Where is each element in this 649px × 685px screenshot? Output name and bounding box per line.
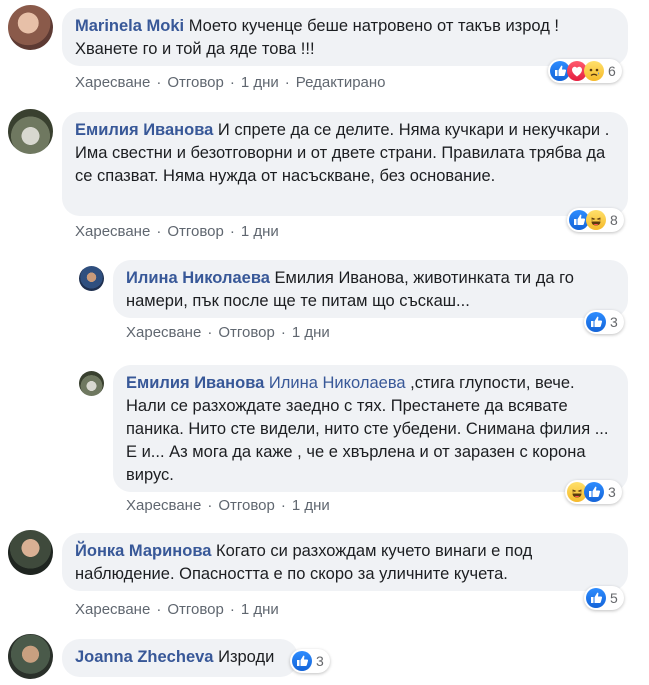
comment-actions: Харесване · Отговор · 1 дни (75, 601, 279, 618)
comment-actions: Харесване · Отговор · 1 дни (126, 324, 330, 341)
like-icon (584, 482, 604, 502)
reply-link[interactable]: Отговор (167, 223, 224, 240)
comment-bubble: Илина Николаева Емилия Иванова, животинк… (113, 260, 628, 318)
reaction-count: 8 (610, 212, 618, 228)
comment-author[interactable]: Емилия Иванова (126, 374, 264, 392)
like-link[interactable]: Харесване (75, 223, 150, 240)
comment-author[interactable]: Илина Николаева (126, 269, 270, 287)
mention-link[interactable]: Илина Николаева (269, 374, 406, 392)
timestamp[interactable]: 1 дни (241, 74, 279, 91)
comment-bubble: Емилия Иванова Илина Николаева ,стига гл… (113, 365, 628, 492)
like-icon (586, 312, 606, 332)
comment-bubble: Емилия Иванова И спрете да се делите. Ня… (62, 112, 628, 216)
comment-author[interactable]: Емилия Иванова (75, 121, 213, 139)
avatar[interactable] (8, 530, 53, 575)
like-link[interactable]: Харесване (75, 74, 150, 91)
avatar[interactable] (8, 5, 53, 50)
reply-link[interactable]: Отговор (167, 601, 224, 618)
reaction-count: 6 (608, 63, 616, 79)
timestamp[interactable]: 1 дни (241, 601, 279, 618)
haha-icon (586, 210, 606, 230)
reply-link[interactable]: Отговор (218, 324, 275, 341)
like-link[interactable]: Харесване (126, 324, 201, 341)
reactions-badge[interactable]: 5 (584, 586, 624, 610)
reactions-badge[interactable]: 8 (567, 208, 624, 232)
reactions-badge[interactable]: 3 (565, 480, 622, 504)
reaction-count: 3 (316, 653, 324, 669)
reactions-badge[interactable]: 3 (290, 649, 330, 673)
edited-link[interactable]: Редактирано (296, 74, 386, 91)
comment-author[interactable]: Йонка Маринова (75, 542, 211, 560)
comment-actions: Харесване · Отговор · 1 дни (126, 497, 330, 514)
like-icon (586, 588, 606, 608)
avatar[interactable] (79, 266, 104, 291)
like-icon (292, 651, 312, 671)
like-link[interactable]: Харесване (75, 601, 150, 618)
reactions-badge[interactable]: 6 (548, 59, 622, 83)
comment-actions: Харесване · Отговор · 1 дни (75, 223, 279, 240)
sad-icon (584, 61, 604, 81)
avatar[interactable] (8, 634, 53, 679)
reply-link[interactable]: Отговор (167, 74, 224, 91)
reactions-badge[interactable]: 3 (584, 310, 624, 334)
comment-bubble: Joanna Zhecheva Изроди (62, 639, 298, 677)
comment-actions: Харесване · Отговор · 1 дни · Редактирано (75, 74, 386, 91)
avatar[interactable] (79, 371, 104, 396)
comment-author[interactable]: Marinela Moki (75, 17, 184, 35)
reaction-count: 3 (608, 484, 616, 500)
timestamp[interactable]: 1 дни (292, 324, 330, 341)
reaction-count: 5 (610, 590, 618, 606)
timestamp[interactable]: 1 дни (292, 497, 330, 514)
reply-link[interactable]: Отговор (218, 497, 275, 514)
comment-author[interactable]: Joanna Zhecheva (75, 648, 213, 666)
comment-bubble: Marinela Moki Моето кученце беше натрове… (62, 8, 628, 66)
reaction-count: 3 (610, 314, 618, 330)
avatar[interactable] (8, 109, 53, 154)
like-link[interactable]: Харесване (126, 497, 201, 514)
comment-text: Изроди (218, 648, 275, 666)
timestamp[interactable]: 1 дни (241, 223, 279, 240)
comment-bubble: Йонка Маринова Когато си разхождам кучет… (62, 533, 628, 591)
